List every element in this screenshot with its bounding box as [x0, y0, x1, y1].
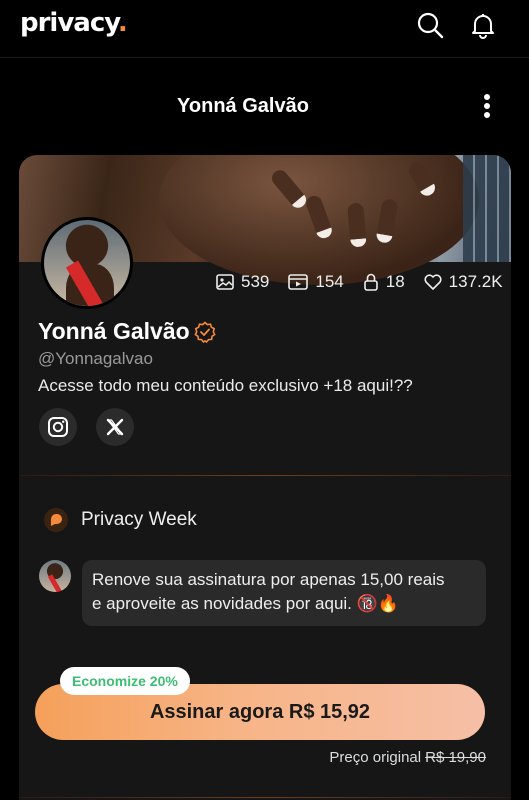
search-icon [417, 12, 444, 39]
video-icon [288, 274, 309, 290]
message-avatar [39, 560, 71, 592]
logo-text: privacy [20, 8, 119, 38]
instagram-button[interactable] [39, 408, 77, 446]
chat-bubble-icon [43, 507, 69, 533]
stat-photos-count: 539 [241, 272, 270, 291]
profile-handle: @Yonnagalvao [38, 349, 153, 368]
profile-card: 539 154 18 137.2K Yonná Galvão @Yonnagal… [19, 155, 511, 800]
page-header: Yonná Galvão [0, 80, 529, 132]
stat-locked: 18 [362, 272, 405, 292]
profile-bio: Acesse todo meu conteúdo exclusivo +18 a… [38, 376, 413, 395]
stat-likes-count: 137.2K [448, 272, 503, 291]
verified-badge-icon [194, 320, 216, 343]
stat-videos: 154 [287, 272, 344, 292]
section-divider [19, 475, 511, 476]
page-title: Yonná Galvão [177, 95, 309, 117]
heart-icon [424, 274, 442, 290]
promo-title: Privacy Week [81, 509, 197, 530]
privacy-logo[interactable]: privacy. [20, 8, 128, 38]
promo-message-line1: Renove sua assinatura por apenas 15,00 r… [92, 570, 445, 589]
top-bar: privacy. [0, 0, 529, 58]
stat-locked-count: 18 [385, 272, 405, 291]
stat-videos-count: 154 [315, 272, 344, 291]
profile-name: Yonná Galvão [38, 318, 190, 344]
section-divider-bottom [19, 797, 511, 798]
logo-dot: . [117, 8, 128, 38]
profile-stats: 539 154 18 137.2K [215, 269, 503, 295]
original-price-value: R$ 19,90 [425, 749, 486, 766]
lock-icon [363, 273, 378, 291]
x-button[interactable] [96, 408, 134, 446]
kebab-menu-icon[interactable] [478, 94, 496, 124]
profile-avatar[interactable] [41, 217, 133, 309]
original-price: Preço original R$ 19,90 [329, 749, 486, 766]
promo-message: Renove sua assinatura por apenas 15,00 r… [82, 560, 486, 626]
bell-icon [472, 14, 494, 39]
promo-message-line2: e aproveite as novidades por aqui. 🔞🔥 [92, 594, 399, 613]
stat-likes: 137.2K [423, 272, 503, 292]
original-price-label: Preço original [329, 749, 422, 766]
x-icon [106, 418, 124, 436]
instagram-icon [48, 417, 68, 437]
discount-badge: Economize 20% [60, 667, 190, 695]
profile-name-row: Yonná Galvão [38, 318, 216, 345]
search-button[interactable] [416, 11, 444, 39]
stat-photos: 539 [215, 272, 269, 292]
notifications-button[interactable] [469, 11, 497, 39]
promo-header: Privacy Week [43, 507, 197, 533]
image-icon [216, 274, 234, 290]
